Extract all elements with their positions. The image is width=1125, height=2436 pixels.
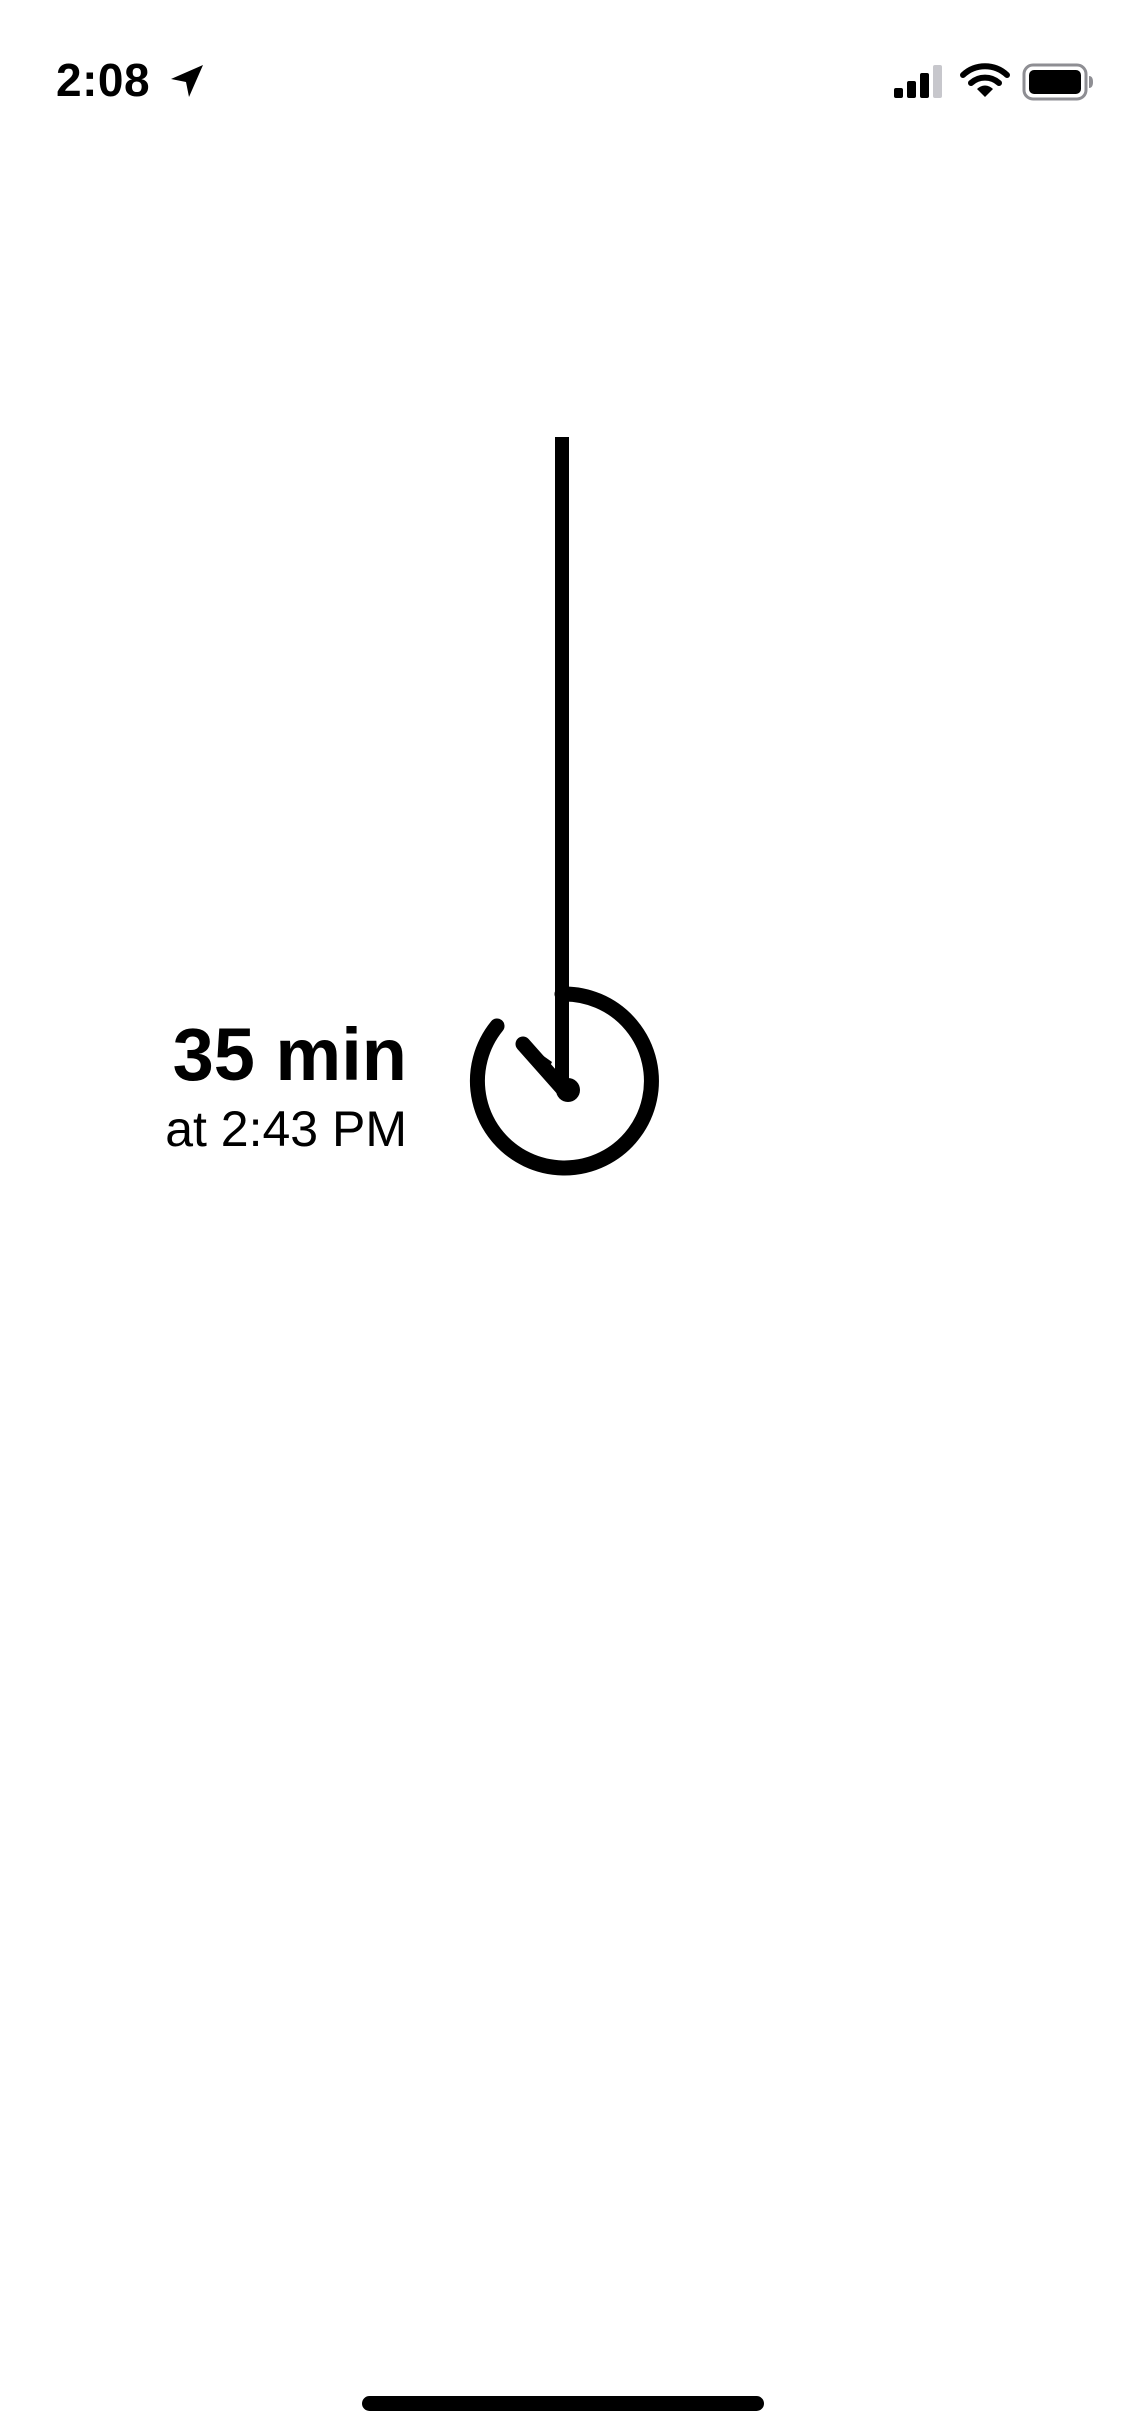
duration-text: 35 min [172, 1013, 407, 1096]
timer-hub [556, 1078, 580, 1102]
home-indicator[interactable] [362, 2396, 764, 2411]
arrival-time-text: at 2:43 PM [165, 1101, 407, 1157]
timer-graphic [469, 437, 659, 1176]
